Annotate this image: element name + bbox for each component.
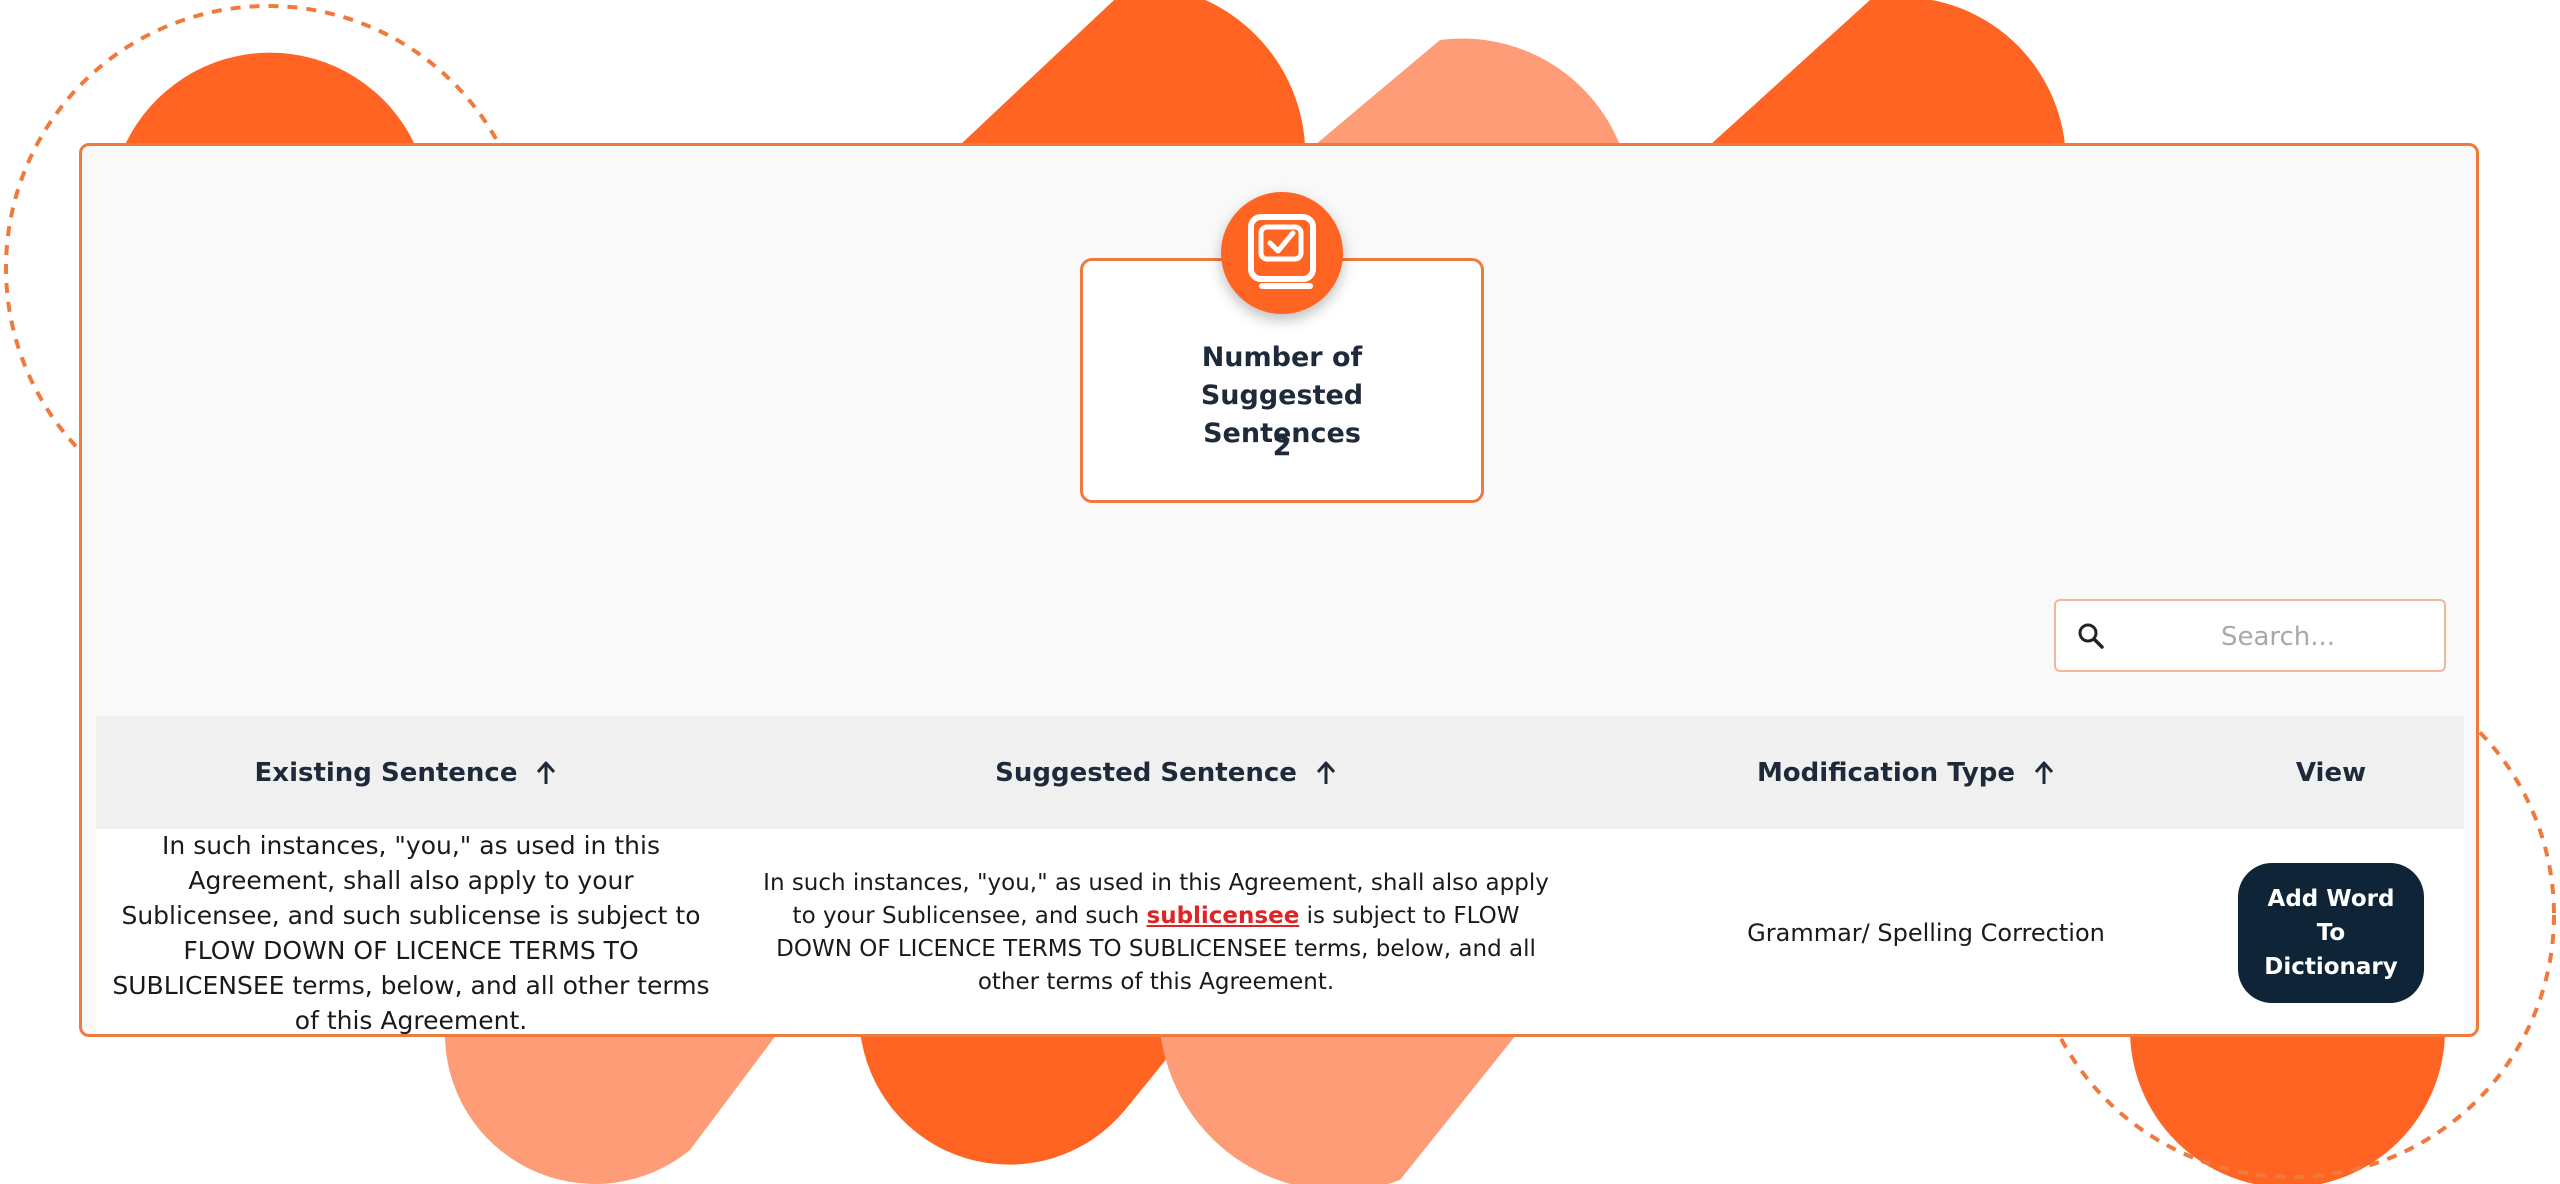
column-header-existing-sentence[interactable]: Existing Sentence [96,716,716,829]
highlighted-correction: sublicensee [1146,902,1300,929]
table-header: Existing Sentence Suggested Sentence Mod… [96,716,2464,829]
column-header-label: Suggested Sentence [995,757,1297,788]
modification-type-text: Grammar/ Spelling Correction [1747,918,2105,947]
view-cell: Add Word To Dictionary [2206,829,2456,1034]
existing-sentence-text: In such instances, "you," as used in thi… [112,830,710,1035]
top-capsules [125,0,2065,146]
sort-arrow-up-icon[interactable] [535,760,557,786]
search-box[interactable] [2054,599,2446,672]
suggested-sentence-text: In such instances, "you," as used in thi… [756,867,1556,999]
sort-arrow-up-icon[interactable] [2033,760,2055,786]
search-input[interactable] [2126,601,2430,672]
column-header-modification-type[interactable]: Modification Type [1626,716,2186,829]
book-check-icon [1221,192,1343,314]
column-header-suggested-sentence[interactable]: Suggested Sentence [746,716,1586,829]
search-icon [2078,623,2104,649]
column-header-view: View [2206,716,2456,829]
column-header-label: Modification Type [1756,757,2016,788]
sort-arrow-up-icon[interactable] [1315,760,1337,786]
column-header-label: View [2295,757,2367,788]
suggestions-panel: Number of Suggested Sentences 2 Existing… [79,143,2479,1037]
bottom-capsules [444,1030,2445,1184]
suggestions-table: Existing Sentence Suggested Sentence Mod… [96,716,2464,1035]
column-header-label: Existing Sentence [254,757,518,788]
stat-value: 2 [1272,431,1292,462]
add-word-to-dictionary-button[interactable]: Add Word To Dictionary [2238,862,2424,1003]
suggested-sentence-cell: In such instances, "you," as used in thi… [756,829,1556,1034]
existing-sentence-cell: In such instances, "you," as used in thi… [106,829,716,1035]
modification-type-cell: Grammar/ Spelling Correction [1656,829,2196,1034]
table-row: In such instances, "you," as used in thi… [96,829,2464,1035]
